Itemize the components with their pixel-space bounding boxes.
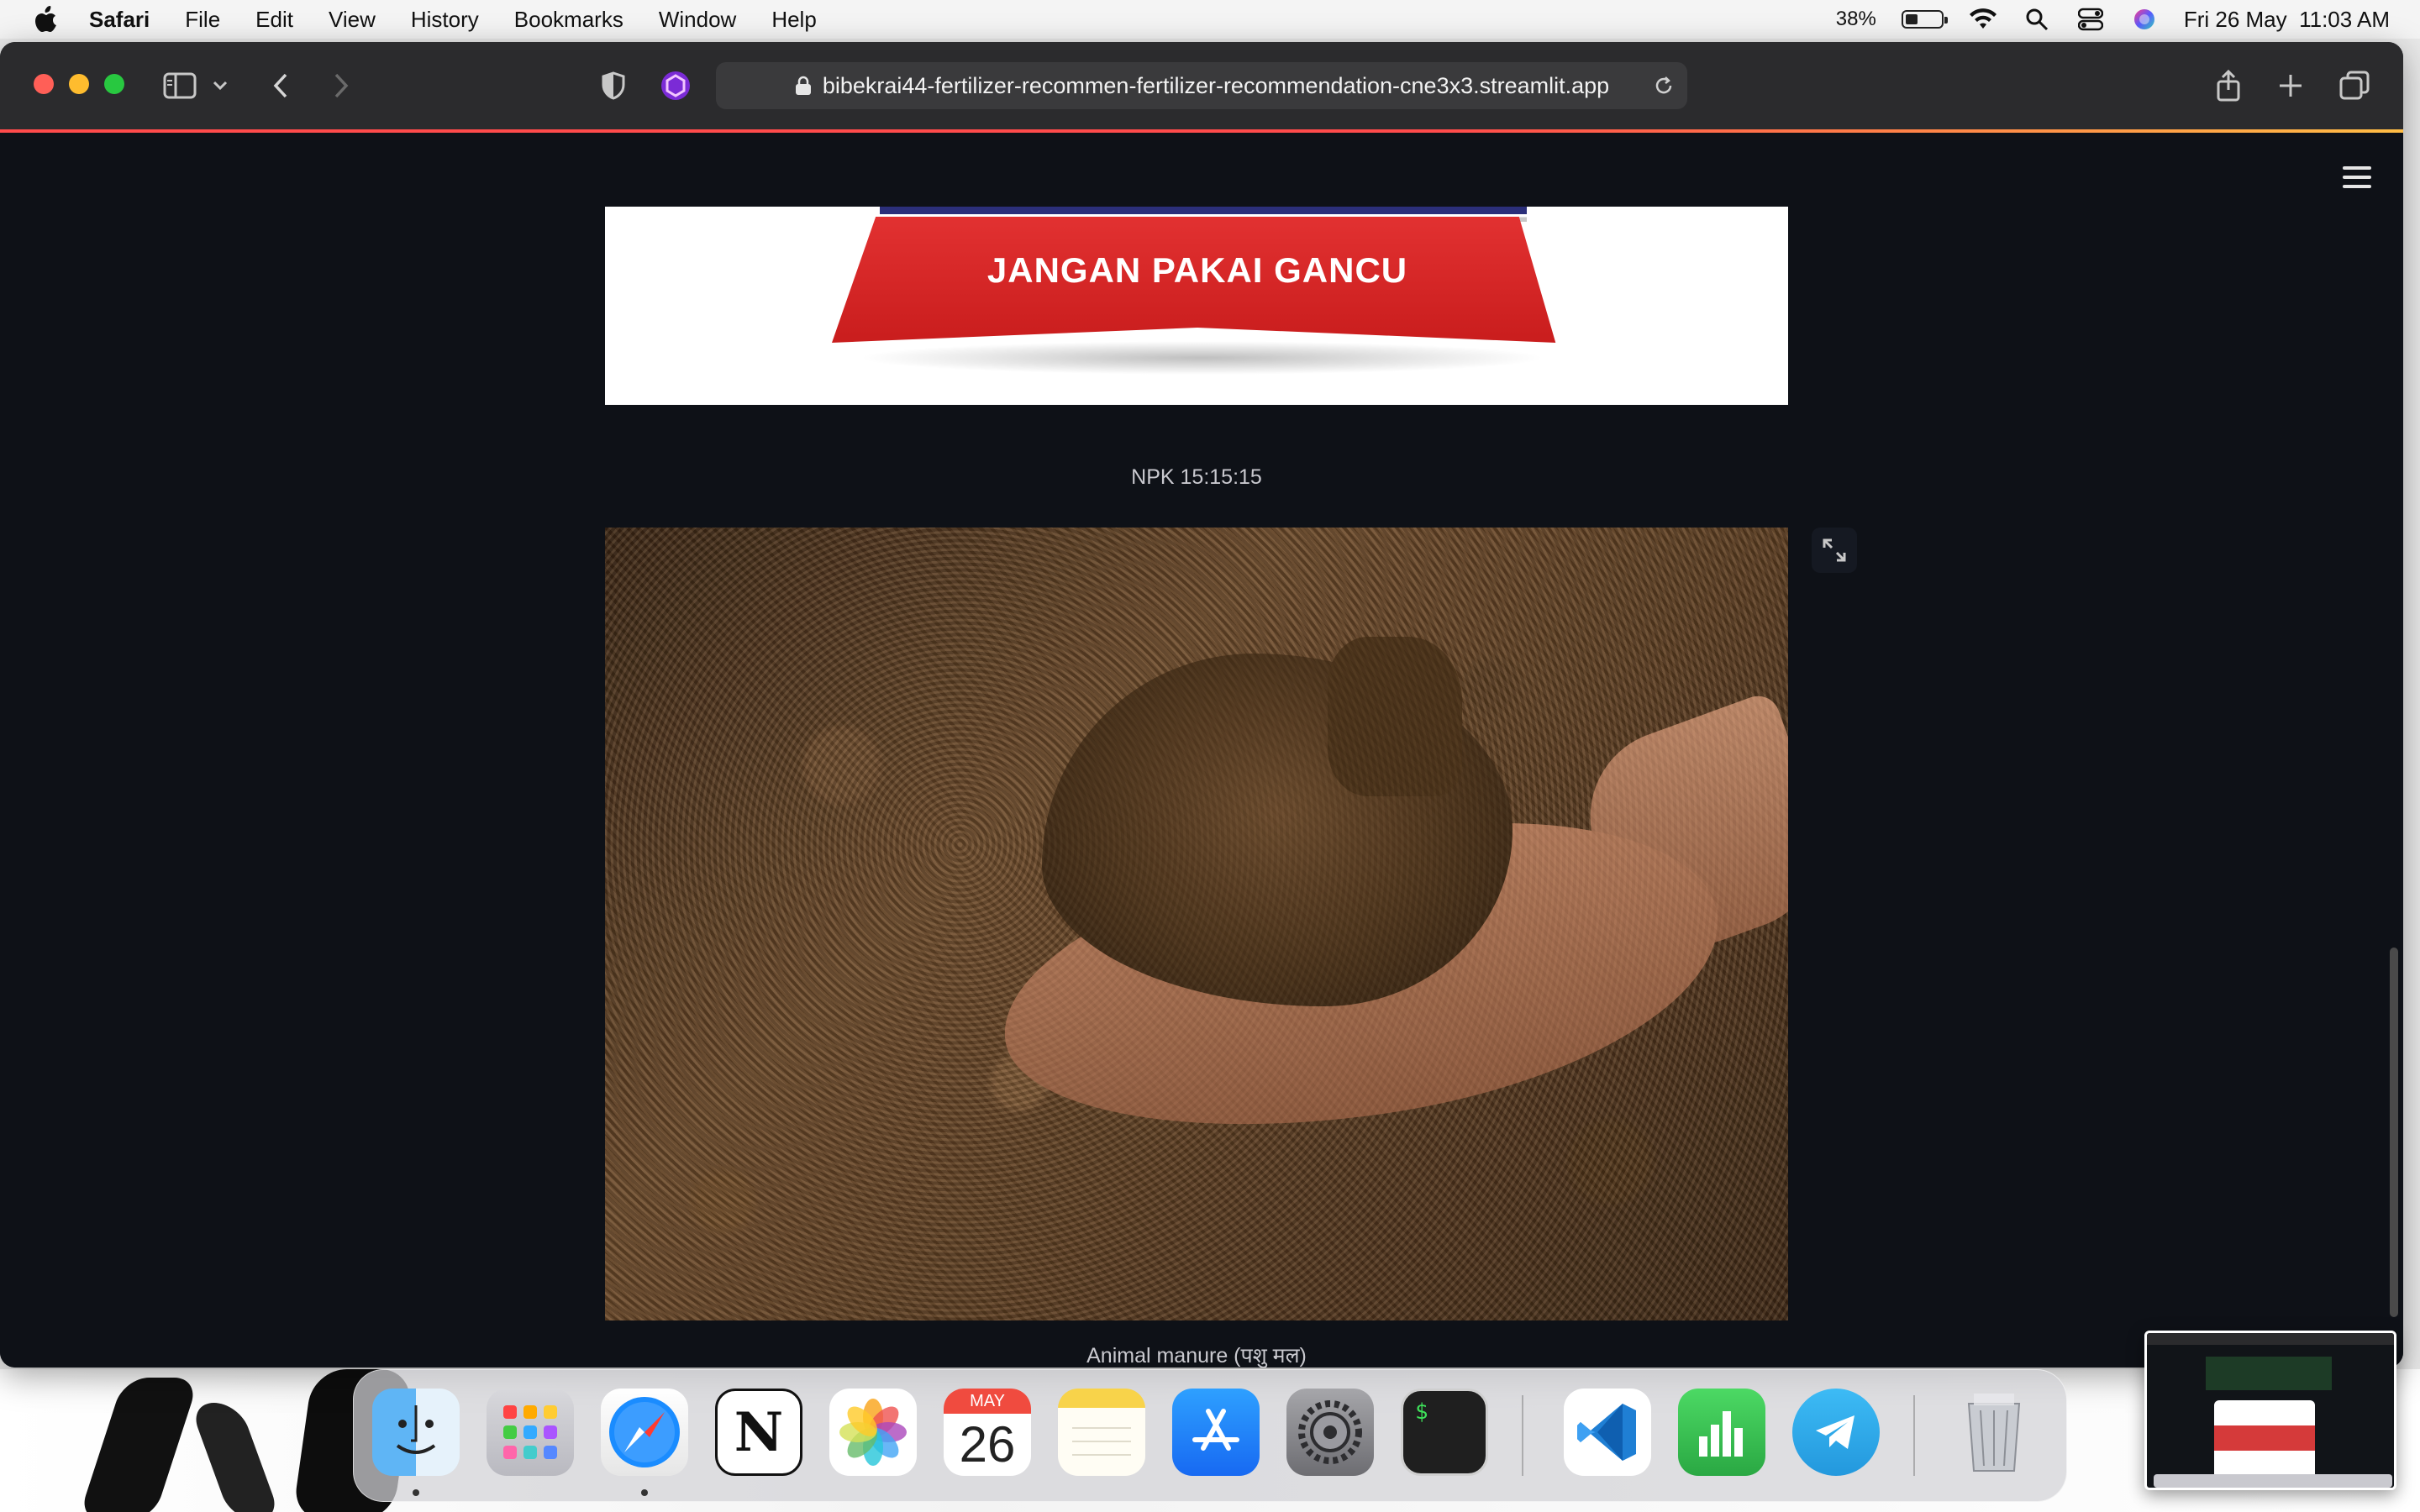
privacy-shield-icon[interactable]: [595, 67, 632, 104]
window-controls: [34, 74, 124, 94]
launchpad-icon[interactable]: [487, 1389, 574, 1476]
control-center-icon[interactable]: [2076, 5, 2105, 34]
notion-icon[interactable]: N: [715, 1389, 802, 1476]
spotlight-search-icon[interactable]: [2023, 5, 2051, 34]
numbers-icon[interactable]: [1678, 1389, 1765, 1476]
menu-view[interactable]: View: [329, 7, 376, 33]
menu-history[interactable]: History: [411, 7, 479, 33]
banner-text: JANGAN PAKAI GANCU: [986, 250, 1408, 290]
calendar-month: MAY: [944, 1389, 1031, 1414]
terminal-icon[interactable]: $: [1401, 1389, 1488, 1476]
back-button-icon[interactable]: [262, 67, 299, 104]
battery-icon[interactable]: [1901, 10, 1948, 29]
vscode-icon[interactable]: [1564, 1389, 1651, 1476]
trash-icon[interactable]: [1950, 1389, 2038, 1476]
calendar-day: 26: [959, 1416, 1016, 1473]
extension-icon[interactable]: [657, 67, 694, 104]
menu-app-name[interactable]: Safari: [89, 7, 150, 33]
menu-file[interactable]: File: [185, 7, 220, 33]
settings-icon[interactable]: [1286, 1389, 1374, 1476]
url-text[interactable]: bibekrai44-fertilizer-recommen-fertilize…: [823, 73, 1609, 99]
address-bar[interactable]: bibekrai44-fertilizer-recommen-fertilize…: [716, 62, 1687, 109]
notes-icon[interactable]: [1058, 1389, 1145, 1476]
tab-overview-icon[interactable]: [2336, 67, 2373, 104]
dock: N MAY 26 $: [353, 1369, 2067, 1502]
fertilizer-bag-banner: JANGAN PAKAI GANCU: [832, 217, 1556, 343]
battery-percent: 38%: [1835, 8, 1876, 30]
menu-window[interactable]: Window: [659, 7, 736, 33]
menu-bar: Safari File Edit View History Bookmarks …: [0, 0, 2420, 39]
calendar-icon[interactable]: MAY 26: [944, 1389, 1031, 1476]
chevron-down-icon[interactable]: [208, 67, 232, 104]
new-tab-icon[interactable]: [2272, 67, 2309, 104]
lock-icon: [795, 76, 811, 95]
wifi-icon[interactable]: [1969, 5, 1997, 34]
sidebar-toggle-icon[interactable]: [161, 67, 198, 104]
app-store-icon[interactable]: [1172, 1389, 1260, 1476]
npk-fertilizer-image: JANGAN PAKAI GANCU: [605, 207, 1788, 405]
safari-icon[interactable]: [601, 1389, 688, 1476]
terminal-glyph: $: [1415, 1399, 1428, 1425]
share-icon[interactable]: [2210, 67, 2247, 104]
reload-icon[interactable]: [1652, 74, 1676, 97]
image-caption-manure: Animal manure (पशु मल): [1086, 1344, 1307, 1368]
fullscreen-expand-button[interactable]: [1812, 528, 1857, 573]
notion-glyph: N: [734, 1400, 784, 1464]
safari-window: bibekrai44-fertilizer-recommen-fertilize…: [0, 42, 2403, 1368]
animal-manure-image: [605, 528, 1788, 1320]
screenshot-thumbnail[interactable]: [2144, 1331, 2396, 1490]
menu-edit[interactable]: Edit: [255, 7, 293, 33]
menu-bookmarks[interactable]: Bookmarks: [514, 7, 623, 33]
finder-icon[interactable]: [372, 1389, 460, 1476]
streamlit-page: JANGAN PAKAI GANCU NPK 15:15:15 Animal m…: [0, 133, 2403, 1368]
menu-help[interactable]: Help: [771, 7, 816, 33]
close-window-button[interactable]: [34, 74, 54, 94]
telegram-icon[interactable]: [1792, 1389, 1880, 1476]
minimize-window-button[interactable]: [69, 74, 89, 94]
siri-icon[interactable]: [2130, 5, 2159, 34]
forward-button-icon[interactable]: [323, 67, 360, 104]
main-menu-icon[interactable]: [2343, 166, 2371, 188]
menubar-clock[interactable]: Fri 26 May 11:03 AM: [2184, 7, 2390, 33]
image-caption-npk: NPK 15:15:15: [1131, 465, 1262, 489]
page-scrollbar[interactable]: [2390, 948, 2398, 1317]
expand-icon: [1823, 538, 1846, 562]
browser-toolbar: bibekrai44-fertilizer-recommen-fertilize…: [0, 42, 2403, 131]
apple-menu-icon[interactable]: [32, 5, 60, 34]
photos-icon[interactable]: [829, 1389, 917, 1476]
zoom-window-button[interactable]: [104, 74, 124, 94]
